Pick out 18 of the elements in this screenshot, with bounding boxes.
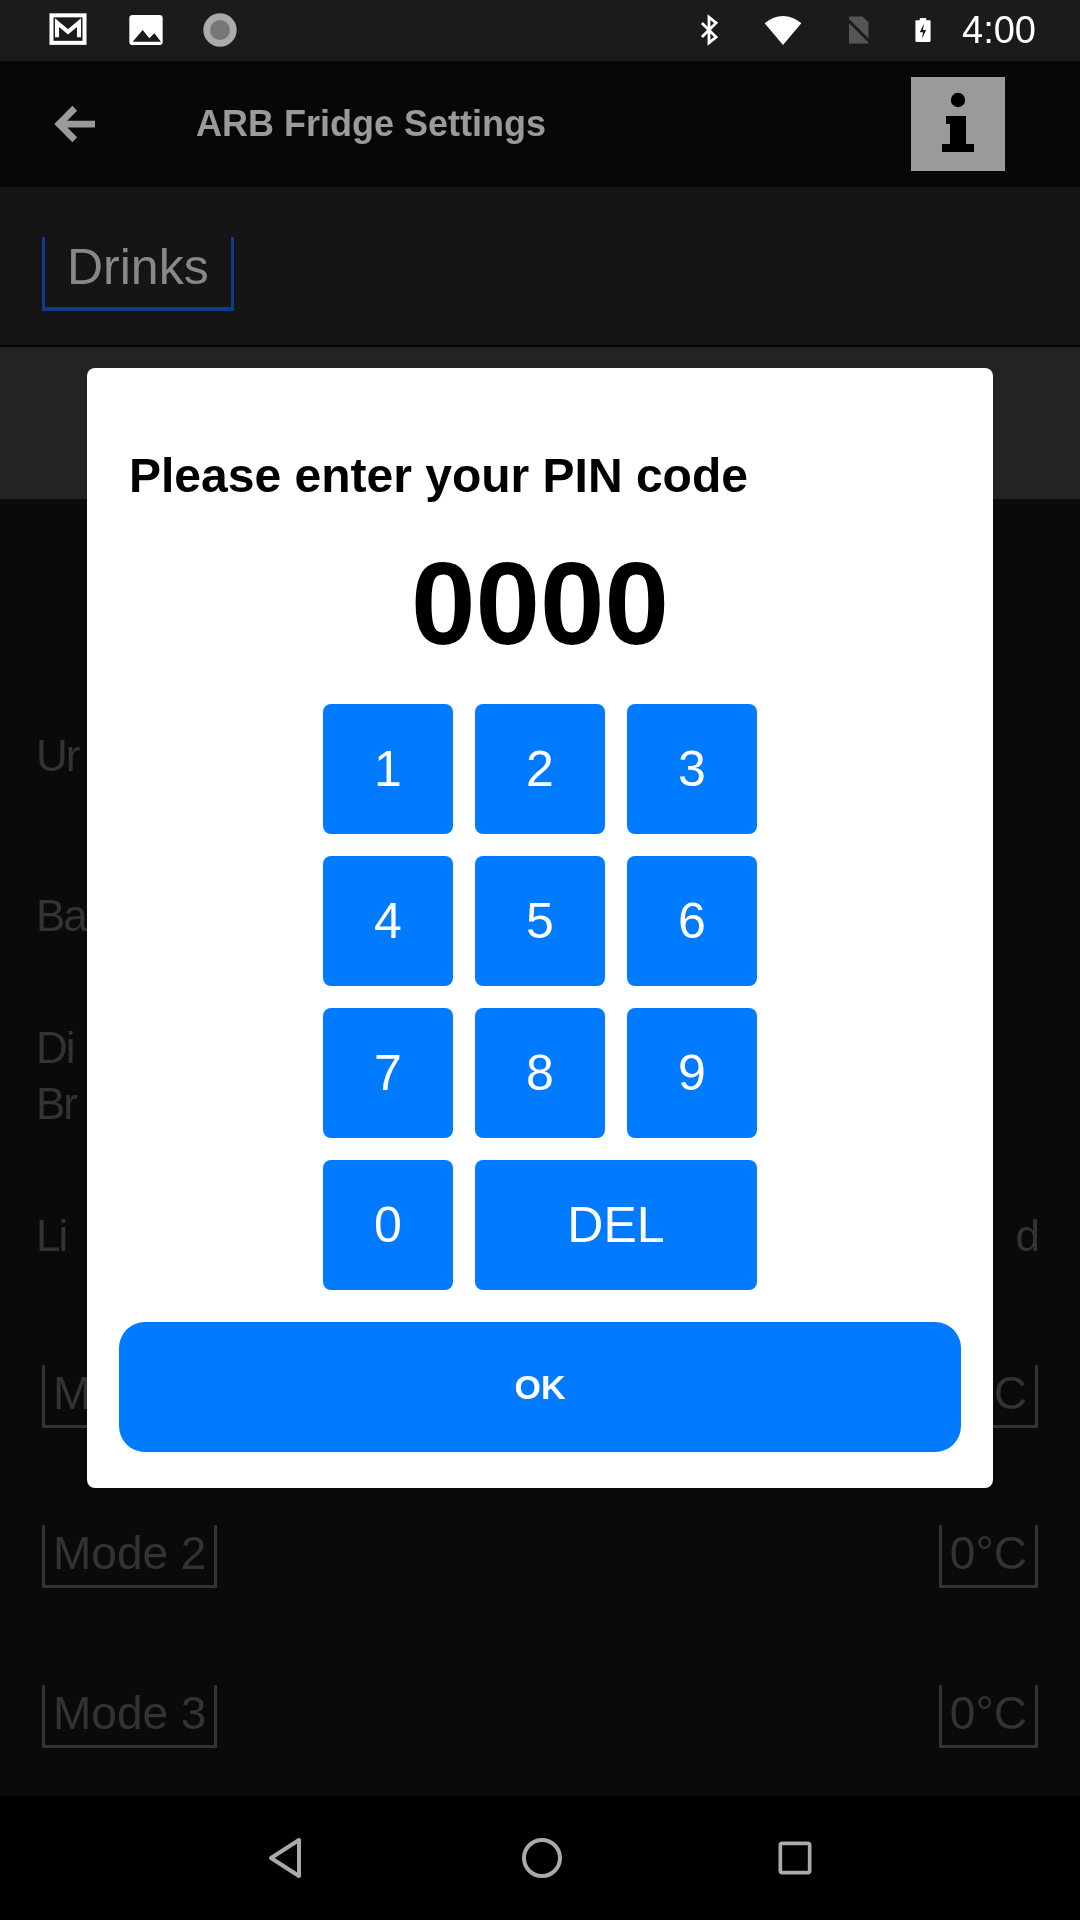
delete-key[interactable]: DEL [475, 1160, 757, 1290]
digit-key[interactable]: 0 [323, 1160, 453, 1290]
digit-key[interactable]: 5 [475, 856, 605, 986]
ok-button[interactable]: OK [119, 1322, 961, 1452]
dialog-title: Please enter your PIN code [129, 448, 749, 504]
clock-time: 4:00 [962, 8, 1036, 52]
digit-key[interactable]: 3 [627, 704, 757, 834]
digit-key[interactable]: 4 [323, 856, 453, 986]
digit-key[interactable]: 2 [475, 704, 605, 834]
digit-key[interactable]: 6 [627, 856, 757, 986]
screen-title: ARB Fridge Settings [196, 102, 547, 145]
digit-key[interactable]: 8 [475, 1008, 605, 1138]
info-button[interactable] [911, 76, 1005, 171]
digit-key[interactable]: 7 [323, 1008, 453, 1138]
tab[interactable]: Drinks [42, 237, 234, 312]
digit-key[interactable]: 9 [627, 1008, 757, 1138]
pin-display: 0000 [410, 538, 670, 671]
digit-key[interactable]: 1 [323, 704, 453, 834]
